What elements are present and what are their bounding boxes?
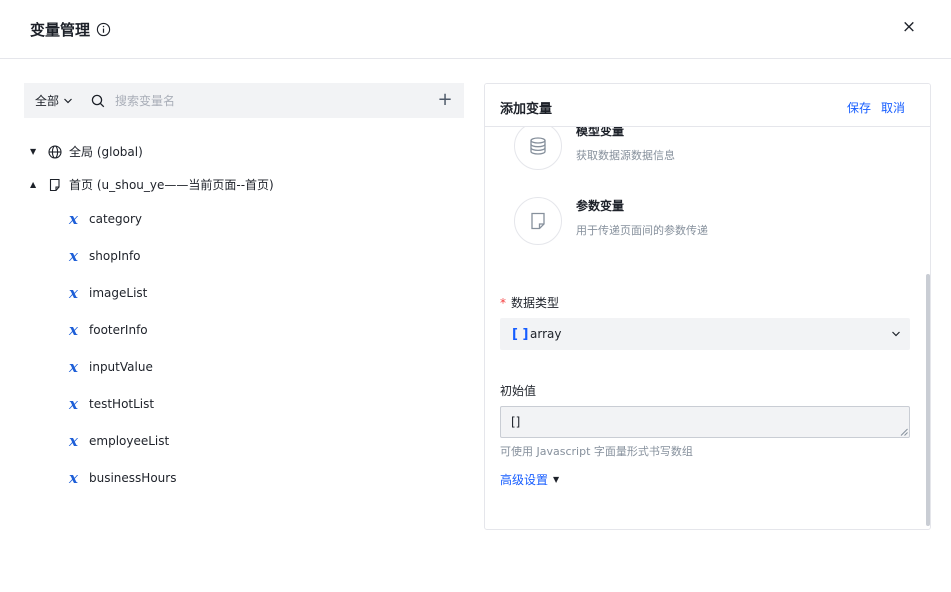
caret-down-icon[interactable]: ▼ [30,147,38,156]
variable-item-footerinfo[interactable]: x footerInfo [69,321,148,339]
add-variable-button[interactable]: + [436,91,454,109]
tree-node-global[interactable]: ▼ 全局 (global) [30,143,143,160]
variable-item-employeelist[interactable]: x employeeList [69,432,169,450]
variable-item-businesshours[interactable]: x businessHours [69,469,176,487]
option-icon-circle [514,122,562,170]
variable-item-testhotlist[interactable]: x testHotList [69,395,154,413]
variable-name: employeeList [89,434,170,448]
chevron-down-icon [892,331,900,337]
scope-label: 全部 [35,94,60,108]
option-text: 参数变量 用于传递页面间的参数传递 [576,197,708,245]
panel-header: 添加变量 保存 取消 [485,84,930,127]
search-input[interactable] [115,93,416,108]
data-type-label: * 数据类型 [500,294,559,311]
variable-name: inputValue [89,360,153,374]
caret-down-icon: ▼ [553,475,560,484]
globe-icon [48,144,62,159]
database-icon [530,137,546,155]
variable-icon: x [69,210,78,228]
panel-title: 添加变量 [500,102,553,117]
variable-icon: x [69,395,78,413]
option-name: 参数变量 [576,199,625,213]
dialog-header: 变量管理 × [0,0,951,59]
array-bracket-icon: [ ] [512,326,529,342]
variable-name: testHotList [89,397,155,411]
initial-value-hint: 可使用 Javascript 字面量形式书写数组 [500,445,693,458]
option-icon-circle [514,197,562,245]
variable-item-inputvalue[interactable]: x inputValue [69,358,153,376]
variable-icon: x [69,358,78,376]
page-icon [49,178,60,191]
variable-item-category[interactable]: x category [69,210,142,228]
variable-icon: x [69,284,78,302]
variable-name: imageList [89,286,148,300]
option-desc: 获取数据源数据信息 [576,149,675,162]
save-button[interactable]: 保存 [847,99,871,116]
cancel-button[interactable]: 取消 [881,99,905,116]
chevron-down-icon [64,98,72,103]
dialog-title-group: 变量管理 [30,19,111,40]
variable-item-shopinfo[interactable]: x shopInfo [69,247,141,265]
variable-icon: x [69,321,78,339]
option-model-variable[interactable]: 模型变量 获取数据源数据信息 [514,122,675,170]
caret-up-icon[interactable]: ▲ [30,180,38,189]
advanced-settings-toggle[interactable]: 高级设置 ▼ [500,471,559,488]
required-marker: * [500,296,506,310]
initial-value-text: [] [511,415,521,429]
tree-node-label: 首页 (u_shou_ye——当前页面--首页) [69,178,274,192]
panel-scrollbar[interactable] [926,274,930,526]
initial-value-label: 初始值 [500,384,537,398]
variable-icon: x [69,247,78,265]
variable-icon: x [69,469,78,487]
document-icon [531,212,545,230]
variable-icon: x [69,432,78,450]
data-type-label-text: 数据类型 [511,296,560,310]
search-icon [91,94,105,107]
close-button[interactable]: × [898,16,920,38]
variable-search-bar: 全部 + [24,83,464,118]
tree-node-page[interactable]: ▲ 首页 (u_shou_ye——当前页面--首页) [30,176,274,193]
tree-node-label: 全局 (global) [69,145,143,159]
initial-value-textarea[interactable]: [] [500,406,910,438]
variable-name: footerInfo [89,323,148,337]
dialog-title: 变量管理 [30,21,91,39]
data-type-value: array [530,327,562,341]
resize-handle-icon[interactable] [900,428,908,436]
scope-dropdown[interactable]: 全部 [35,92,73,109]
option-parameter-variable[interactable]: 参数变量 用于传递页面间的参数传递 [514,197,708,245]
variable-name: category [89,212,143,226]
variable-name: businessHours [89,471,177,485]
info-icon[interactable] [96,22,111,37]
variable-name: shopInfo [89,249,141,263]
data-type-select[interactable]: [ ] array [500,318,910,350]
option-desc: 用于传递页面间的参数传递 [576,224,708,237]
add-variable-panel: 模型变量 获取数据源数据信息 参数变量 用于传递页面间的参数传递 添加变量 保存… [484,83,931,530]
option-text: 模型变量 获取数据源数据信息 [576,122,675,170]
variable-item-imagelist[interactable]: x imageList [69,284,147,302]
advanced-settings-label: 高级设置 [500,473,549,487]
